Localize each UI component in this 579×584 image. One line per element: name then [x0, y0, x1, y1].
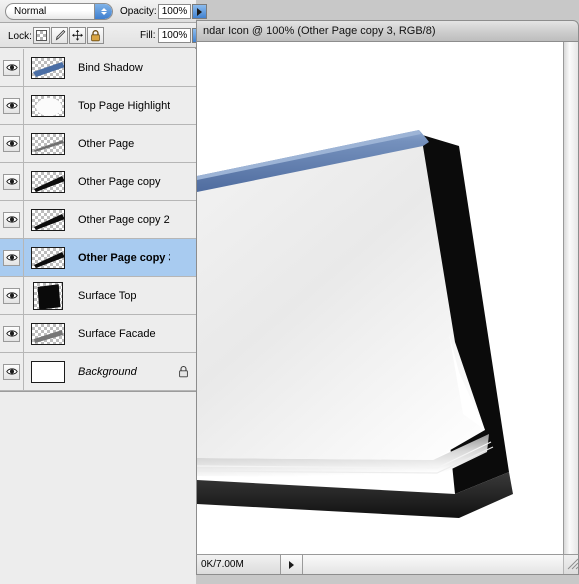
resize-grip-icon[interactable] [563, 555, 579, 574]
layer-name[interactable]: Top Page Highlight [72, 100, 170, 112]
document-size-value: 0K/7.00M [201, 559, 244, 570]
paintbrush-icon [55, 29, 66, 41]
layer-thumbnail-cell[interactable] [24, 56, 72, 79]
layer-visibility-toggle[interactable] [0, 125, 24, 162]
layer-thumbnail [31, 56, 65, 79]
eye-icon [3, 325, 20, 342]
opacity-input[interactable]: 100% [158, 4, 191, 19]
layer-name[interactable]: Other Page copy 2 [72, 214, 170, 226]
eye-icon [3, 59, 20, 76]
layer-thumbnail [31, 170, 65, 193]
layers-panel-empty-area [0, 392, 196, 584]
document-statusbar: 0K/7.00M [196, 554, 579, 575]
triangle-right-icon [289, 560, 294, 569]
layer-thumbnail-cell[interactable] [24, 94, 72, 117]
layer-thumbnail-cell[interactable] [24, 281, 72, 310]
fill-input[interactable]: 100% [158, 28, 191, 43]
eye-icon [3, 211, 20, 228]
eye-icon [3, 363, 20, 380]
eye-icon [3, 135, 20, 152]
stepper-updown-icon[interactable] [94, 4, 112, 19]
opacity-stepper-button[interactable] [192, 4, 207, 19]
fill-label: Fill: [140, 30, 156, 41]
calendar-icon-artwork [197, 130, 513, 518]
layer-visibility-toggle[interactable] [0, 49, 24, 86]
layer-visibility-toggle[interactable] [0, 353, 24, 390]
layer-visibility-toggle[interactable] [0, 201, 24, 238]
layers-panel: Normal Opacity: 100% Lock: Fill: 100% Bi… [0, 0, 207, 584]
layer-thumbnail [31, 246, 65, 269]
triangle-right-icon [197, 7, 202, 16]
lock-position-button[interactable] [69, 27, 86, 44]
layer-lock-indicator [170, 365, 196, 378]
layer-thumbnail-cell[interactable] [24, 322, 72, 345]
padlock-icon [178, 365, 188, 378]
layer-thumbnail-cell[interactable] [24, 360, 72, 383]
lock-image-pixels-button[interactable] [51, 27, 68, 44]
layer-row[interactable]: Surface Top [0, 277, 196, 315]
layer-row[interactable]: Other Page copy 3 [0, 239, 196, 277]
blend-opacity-row: Normal Opacity: 100% [0, 0, 207, 23]
lock-label: Lock: [8, 31, 32, 42]
opacity-value: 100% [161, 6, 188, 17]
layer-visibility-toggle[interactable] [0, 277, 24, 314]
eye-icon [3, 97, 20, 114]
layer-row[interactable]: Other Page copy 2 [0, 201, 196, 239]
document-window: ndar Icon @ 100% (Other Page copy 3, RGB… [196, 20, 579, 576]
layer-thumbnail-cell[interactable] [24, 170, 72, 193]
layer-row[interactable]: Other Page copy [0, 163, 196, 201]
move-arrows-icon [72, 29, 83, 41]
eye-icon [3, 173, 20, 190]
layer-visibility-toggle[interactable] [0, 239, 24, 276]
layer-name[interactable]: Background [72, 366, 170, 378]
layer-row[interactable]: Top Page Highlight [0, 87, 196, 125]
lock-all-button[interactable] [87, 27, 104, 44]
horizontal-scrollbar[interactable] [303, 555, 563, 574]
layer-row[interactable]: Background [0, 353, 196, 391]
layer-thumbnail [31, 360, 65, 383]
status-menu-button[interactable] [281, 555, 303, 574]
layer-thumbnail [31, 132, 65, 155]
layer-name[interactable]: Other Page [72, 138, 170, 150]
layer-name[interactable]: Surface Facade [72, 328, 170, 340]
layer-thumbnail [31, 208, 65, 231]
layer-thumbnail-cell[interactable] [24, 132, 72, 155]
layer-row[interactable]: Bind Shadow [0, 49, 196, 87]
lock-row: Lock: Fill: 100% [0, 23, 207, 48]
blend-mode-value: Normal [14, 6, 47, 17]
fill-value: 100% [161, 30, 188, 41]
layer-name[interactable]: Bind Shadow [72, 62, 170, 74]
layer-thumbnail [31, 94, 65, 117]
eye-icon [3, 249, 20, 266]
layer-visibility-toggle[interactable] [0, 87, 24, 124]
layer-list: Bind Shadow Top Page Highlight Other Page O… [0, 49, 196, 392]
document-size-readout[interactable]: 0K/7.00M [197, 555, 281, 574]
layer-thumbnail-cell[interactable] [24, 208, 72, 231]
checkerboard-icon [36, 30, 47, 41]
layer-thumbnail-cell[interactable] [24, 246, 72, 269]
document-titlebar[interactable]: ndar Icon @ 100% (Other Page copy 3, RGB… [196, 20, 579, 42]
canvas-viewport[interactable] [196, 42, 579, 554]
layer-row[interactable]: Surface Facade [0, 315, 196, 353]
vertical-scrollbar[interactable] [563, 42, 578, 554]
opacity-label: Opacity: [120, 6, 157, 17]
photoshop-window: Normal Opacity: 100% Lock: Fill: 100% Bi… [0, 0, 579, 584]
artwork-calendar-icon [197, 42, 549, 554]
layer-row[interactable]: Other Page [0, 125, 196, 163]
padlock-icon [91, 30, 100, 42]
eye-icon [3, 287, 20, 304]
layer-name[interactable]: Other Page copy 3 [72, 252, 170, 264]
blend-mode-select[interactable]: Normal [5, 3, 113, 20]
document-title: ndar Icon @ 100% (Other Page copy 3, RGB… [203, 25, 436, 37]
layer-name[interactable]: Other Page copy [72, 176, 170, 188]
layer-thumbnail [31, 322, 65, 345]
layer-visibility-toggle[interactable] [0, 163, 24, 200]
layer-thumbnail [33, 281, 63, 310]
layer-name[interactable]: Surface Top [72, 290, 170, 302]
layer-visibility-toggle[interactable] [0, 315, 24, 352]
lock-transparent-pixels-button[interactable] [33, 27, 50, 44]
